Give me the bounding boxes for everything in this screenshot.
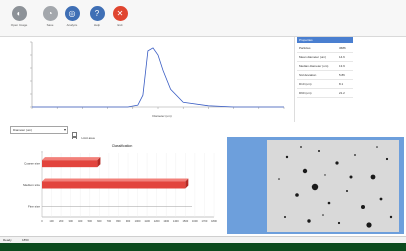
status-progress-bar [0,243,406,251]
histogram-x-label: Diameter (um) [152,114,171,118]
bar-x-tick-label: 100 [49,219,54,223]
properties-panel: Properties Particles 3686 Mean diameter … [297,37,357,122]
bar-x-tick-label: 400 [78,219,83,223]
status-text-row: Ready 1850 [0,236,406,243]
exit-button[interactable]: ✕ Exit [109,6,131,34]
exit-icon: ✕ [112,6,128,21]
histogram-series-line [32,47,284,108]
property-row: D10 (um) 8.1 [297,80,353,89]
bar-x-tick-label: 200 [59,219,64,223]
property-row: Mean diameter (um) 14.6 [297,53,353,62]
bar-x-tick-label: 0 [41,219,43,223]
bar-x-tick-label: 1000 [135,219,141,223]
classification-title: Classification [112,144,133,148]
show-limits-checkbox[interactable]: Show limits [72,131,97,145]
histogram-panel: Diameter (um) [2,37,295,122]
analyze-button[interactable]: ◎ Analyze [61,6,83,34]
open-button[interactable]: ◐ Open Image [8,6,30,34]
bar-category-label: Medium size [23,183,40,187]
bar-x-tick-label: 800 [116,219,121,223]
bar-x-tick-label: 1300 [163,219,169,223]
bar-category-label: Fine size [28,204,40,208]
bar-x-tick-label: 300 [69,219,74,223]
properties-header: Properties [297,37,353,43]
status-bar: Ready 1850 [0,236,406,251]
bar-x-tick-label: 500 [88,219,93,223]
chevron-down-icon: ▾ [63,127,66,132]
bar-x-tick-label: 1700 [202,219,208,223]
toolbar: ◐ Open Image ◔ Save ◎ Analyze ? Help ✕ E… [0,0,406,37]
bar-x-tick-label: 900 [126,219,131,223]
property-row: D90 (um) 21.2 [297,89,353,98]
bar-medium-size [42,181,186,189]
classification-panel: Classification Coarse size Medium size Fin… [2,139,222,233]
bar-top-face [42,178,189,182]
particle-image-panel [227,137,404,234]
bar-x-tick-label: 1800 [211,219,217,223]
bar-x-tick-label: 1500 [182,219,188,223]
property-row: Particles 3686 [297,44,353,53]
property-row: Std deviation 5.86 [297,71,353,80]
save-button[interactable]: ◔ Save [39,6,61,34]
open-icon: ◐ [11,6,27,21]
analyze-icon: ◎ [64,6,80,21]
measure-select[interactable]: Diameter (um) ▾ [10,126,68,134]
bar-x-tick-label: 1100 [144,219,150,223]
help-icon: ? [89,6,105,21]
save-icon: ◔ [42,6,58,21]
bar-x-tick-label: 600 [97,219,102,223]
bar-x-tick-label: 1600 [192,219,198,223]
bar-top-face [42,157,101,161]
bar-x-tick-label: 1400 [173,219,179,223]
classification-chart: Classification Coarse size Medium size Fin… [23,144,217,223]
particle-image [267,140,399,232]
bar-coarse-size [42,160,98,168]
help-button[interactable]: ? Help [86,6,108,34]
bar-x-tick-label: 1200 [154,219,160,223]
bar-x-tick-label: 700 [107,219,112,223]
property-row: Median diameter (um) 13.9 [297,62,353,71]
bar-category-label: Coarse size [24,162,40,166]
histogram-chart: Diameter (um) [30,41,285,118]
